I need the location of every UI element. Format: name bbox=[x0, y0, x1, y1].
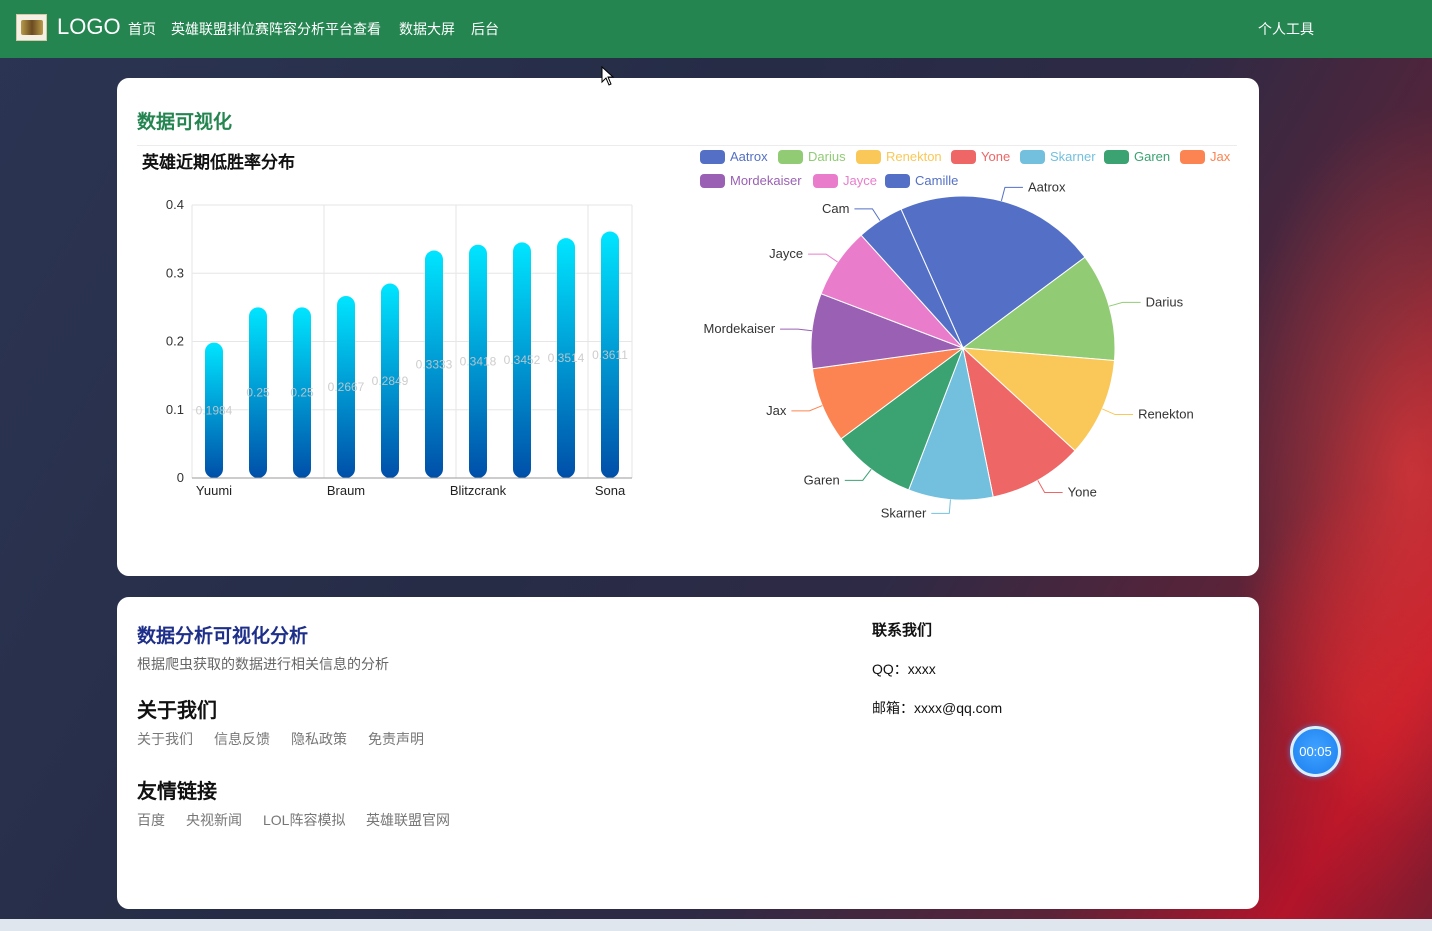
pie-slice-label: Aatrox bbox=[1028, 179, 1066, 194]
y-tick-label: 0.3 bbox=[166, 265, 184, 280]
pie-chart: Aatrox Darius Renekton Yone Skarner Garen Jax M… bbox=[704, 179, 1194, 520]
divider bbox=[137, 145, 1237, 146]
legend-item-yone[interactable]: Yone bbox=[951, 149, 1010, 164]
nav-dashboard[interactable]: 数据大屏 bbox=[399, 19, 455, 39]
bar-chart-title: 英雄近期低胜率分布 bbox=[142, 153, 295, 172]
y-tick-label: 0.2 bbox=[166, 334, 184, 349]
bar-value-label: 0.3418 bbox=[460, 354, 497, 368]
pie-label-line bbox=[931, 499, 951, 514]
legend-swatch bbox=[1180, 149, 1205, 164]
section-title: 数据可视化 bbox=[137, 112, 233, 133]
legend-label: Garen bbox=[1134, 149, 1171, 164]
timer-button[interactable]: 00:05 bbox=[1290, 726, 1341, 777]
nav-admin[interactable]: 后台 bbox=[471, 19, 499, 39]
friend-link-lol-official[interactable]: 英雄联盟官网 bbox=[366, 810, 450, 830]
legend-item-skarner[interactable]: Skarner bbox=[1020, 149, 1096, 164]
legend-label: Yone bbox=[981, 149, 1011, 164]
pie-slice-label: Mordekaiser bbox=[704, 321, 776, 336]
x-tick-label: Sona bbox=[595, 483, 626, 498]
x-tick-label: Blitzcrank bbox=[450, 483, 507, 498]
footer-title: 数据分析可视化分析 bbox=[137, 626, 309, 647]
pie-label-line bbox=[1102, 408, 1134, 416]
about-link-privacy[interactable]: 隐私政策 bbox=[291, 729, 347, 749]
pie-label-line bbox=[854, 208, 881, 221]
pie-label-line bbox=[1000, 186, 1023, 202]
legend-item-garen[interactable]: Garen bbox=[1104, 149, 1170, 164]
footer-subtitle: 根据爬虫获取的数据进行相关信息的分析 bbox=[137, 656, 389, 672]
pie-slice-label: Renekton bbox=[1138, 407, 1194, 422]
legend-swatch bbox=[951, 149, 976, 164]
y-tick-label: 0.4 bbox=[166, 197, 184, 212]
legend-item-aatrox[interactable]: Aatrox bbox=[700, 149, 768, 164]
contact-heading: 联系我们 bbox=[872, 622, 933, 639]
about-heading: 关于我们 bbox=[137, 700, 217, 722]
legend-label: Jax bbox=[1210, 149, 1231, 164]
pie-slice-label: Darius bbox=[1146, 294, 1184, 309]
bar-value-label: 0.3514 bbox=[548, 351, 585, 365]
pie-label-line bbox=[791, 405, 823, 412]
legend-label: Aatrox bbox=[730, 149, 768, 164]
legend-item-renekton[interactable]: Renekton bbox=[856, 149, 942, 164]
mouse-cursor-icon bbox=[601, 66, 615, 86]
nav-platform[interactable]: 英雄联盟排位赛阵容分析平台查看 bbox=[171, 19, 381, 39]
x-tick-label: Braum bbox=[327, 483, 365, 498]
about-link-disclaimer[interactable]: 免责声明 bbox=[368, 729, 424, 749]
pie-label-line bbox=[1037, 480, 1063, 494]
bar-value-label: 0.25 bbox=[290, 386, 314, 400]
bar-value-label: 0.3452 bbox=[504, 353, 541, 367]
legend-label: Renekton bbox=[886, 149, 942, 164]
friends-heading: 友情链接 bbox=[137, 781, 217, 803]
pie-label-line bbox=[780, 328, 813, 332]
bar-value-label: 0.3333 bbox=[416, 357, 453, 371]
legend-swatch bbox=[1020, 149, 1045, 164]
logo-text[interactable]: LOGO bbox=[57, 14, 121, 40]
pie-slice-label: Garen bbox=[804, 472, 840, 487]
pie-slice-label: Cam bbox=[822, 201, 849, 216]
pie-label-line bbox=[1109, 301, 1141, 307]
about-link-about[interactable]: 关于我们 bbox=[137, 729, 193, 749]
top-navbar: LOGO 首页 英雄联盟排位赛阵容分析平台查看 数据大屏 后台 个人工具 bbox=[0, 0, 1432, 58]
pie-slice-label: Jax bbox=[766, 403, 787, 418]
legend-item-jax[interactable]: Jax bbox=[1180, 149, 1230, 164]
pie-slice-label: Yone bbox=[1068, 485, 1097, 500]
legend-swatch bbox=[856, 149, 881, 164]
legend-swatch bbox=[700, 149, 725, 164]
legend-label: Darius bbox=[808, 149, 846, 164]
logo-image[interactable] bbox=[16, 14, 47, 41]
visualization-card: 数据可视化 英雄近期低胜率分布 0.1984 0.25 0.25 0.2667 0.28… bbox=[117, 78, 1259, 576]
taskbar-strip bbox=[0, 919, 1432, 931]
bar-value-label: 0.3611 bbox=[592, 348, 628, 362]
legend-label: Skarner bbox=[1050, 149, 1096, 164]
x-tick-label: Yuumi bbox=[196, 483, 232, 498]
bar-value-label: 0.1984 bbox=[196, 403, 233, 417]
y-tick-label: 0.1 bbox=[166, 402, 184, 417]
about-link-feedback[interactable]: 信息反馈 bbox=[214, 729, 270, 749]
pie-label-line bbox=[844, 468, 872, 481]
friend-link-cctv[interactable]: 央视新闻 bbox=[186, 810, 242, 830]
nav-personal-tools[interactable]: 个人工具 bbox=[1258, 19, 1314, 39]
nav-home[interactable]: 首页 bbox=[128, 19, 156, 39]
pie-slice-label: Skarner bbox=[881, 505, 927, 520]
legend-swatch bbox=[778, 149, 803, 164]
contact-qq: QQ：xxxx bbox=[872, 661, 936, 677]
legend-swatch bbox=[1104, 149, 1129, 164]
friend-link-baidu[interactable]: 百度 bbox=[137, 810, 165, 830]
bar-chart: 0.1984 0.25 0.25 0.2667 0.2849 0.3333 0.3418 0.… bbox=[166, 197, 633, 498]
bar-value-label: 0.2849 bbox=[372, 374, 409, 388]
contact-email: 邮箱：xxxx@qq.com bbox=[872, 700, 1003, 716]
y-tick-label: 0 bbox=[177, 470, 184, 485]
pie-label-line bbox=[808, 253, 838, 263]
legend-item-darius[interactable]: Darius bbox=[778, 149, 846, 164]
footer-card: 数据分析可视化分析 根据爬虫获取的数据进行相关信息的分析 关于我们 关于我们 信… bbox=[117, 597, 1259, 909]
logo-emblem-icon bbox=[20, 20, 43, 35]
bar-value-label: 0.2667 bbox=[328, 380, 365, 394]
friend-link-lol-sim[interactable]: LOL阵容模拟 bbox=[263, 810, 345, 830]
pie-slice-label: Jayce bbox=[769, 246, 803, 261]
bar-value-label: 0.25 bbox=[246, 386, 270, 400]
